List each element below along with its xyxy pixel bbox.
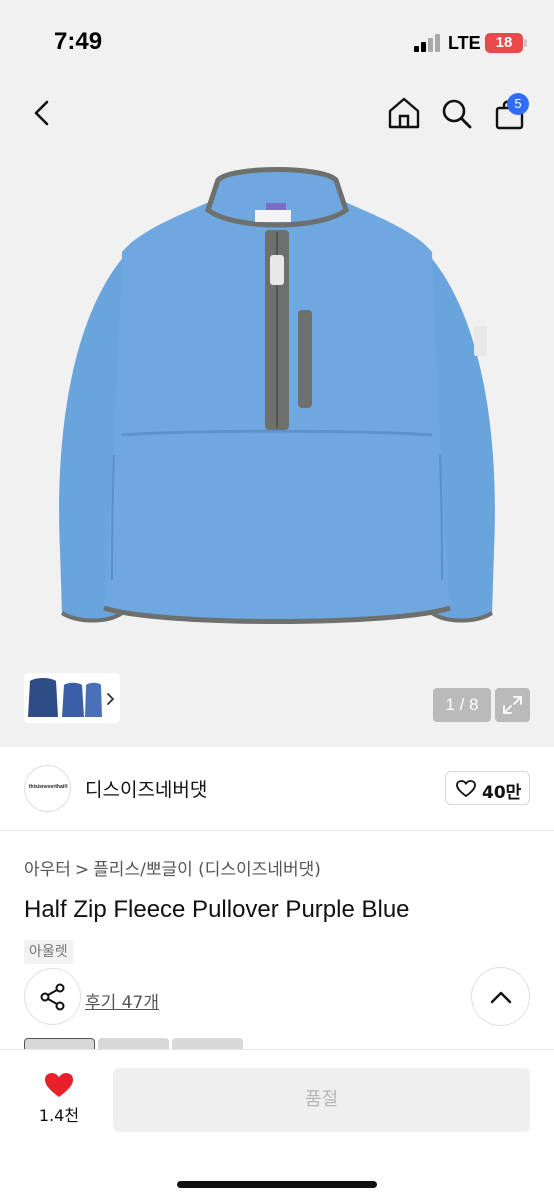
home-icon[interactable] xyxy=(387,97,421,129)
reviews-link[interactable]: 후기 47개 xyxy=(85,988,159,1013)
scroll-top-button[interactable] xyxy=(471,967,530,1026)
heart-filled-icon xyxy=(45,1073,73,1097)
breadcrumb-item-fleece[interactable]: 플리스/뽀글이 (디스이즈네버댓) xyxy=(93,860,321,880)
brand-row[interactable]: thisisneverthat® 디스이즈네버댓 40만 xyxy=(0,747,554,831)
status-time: 7:49 xyxy=(54,28,103,55)
wishlist-button[interactable]: 1.4천 xyxy=(34,1070,84,1130)
brand-logo-text: thisisneverthat® xyxy=(28,784,69,790)
sold-out-button[interactable]: 품절 xyxy=(113,1068,530,1132)
wishlist-count: 1.4천 xyxy=(38,1106,80,1125)
brand-like-button[interactable]: 40만 xyxy=(445,771,530,805)
thumbnail-strip[interactable] xyxy=(24,673,120,723)
signal-icon xyxy=(414,34,442,52)
breadcrumb-item-outer[interactable]: 아우터 xyxy=(24,860,71,880)
status-bar: 7:49 LTE 18 xyxy=(0,0,554,80)
expand-button[interactable] xyxy=(495,688,530,722)
brand-like-count: 40만 xyxy=(482,783,522,803)
product-image-gallery[interactable]: 1 / 8 xyxy=(0,80,554,747)
chevron-left-icon[interactable] xyxy=(32,100,52,126)
image-counter: 1 / 8 xyxy=(433,688,491,722)
battery-cap xyxy=(524,39,527,47)
battery-level: 18 xyxy=(495,34,513,51)
heart-outline-icon xyxy=(456,780,476,798)
chevron-up-icon xyxy=(490,991,512,1004)
share-button[interactable] xyxy=(24,968,81,1025)
chevron-right-icon[interactable] xyxy=(106,692,116,706)
network-label: LTE xyxy=(448,33,481,53)
bottom-action-bar: 1.4천 품절 xyxy=(0,1049,554,1200)
outlet-tag: 아울렛 xyxy=(24,940,73,964)
expand-icon xyxy=(503,696,522,714)
brand-name[interactable]: 디스이즈네버댓 xyxy=(85,775,207,802)
home-indicator xyxy=(177,1181,377,1188)
product-image xyxy=(59,167,495,624)
search-icon[interactable] xyxy=(441,98,473,130)
brand-logo[interactable]: thisisneverthat® xyxy=(24,765,71,812)
cart-badge: 5 xyxy=(507,93,529,115)
share-icon xyxy=(40,983,65,1011)
product-title: Half Zip Fleece Pullover Purple Blue xyxy=(24,896,410,923)
breadcrumb-separator-icon: > xyxy=(74,860,90,880)
battery-icon: 18 xyxy=(485,33,523,53)
breadcrumb: 아우터 > 플리스/뽀글이 (디스이즈네버댓) xyxy=(24,855,321,880)
